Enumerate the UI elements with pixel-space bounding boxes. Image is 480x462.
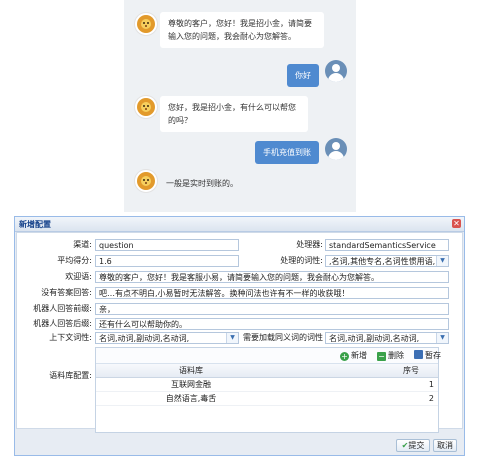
corpus-name-cell: 互联网金融 xyxy=(171,380,211,389)
grid-toolbar: + 新增 − 删除 暂存 xyxy=(96,348,441,364)
context-pos-label: 上下文词性: xyxy=(49,333,92,342)
floppy-disk-icon xyxy=(414,350,423,359)
corpus-seq-cell: 2 xyxy=(428,394,434,403)
pos-tags-select[interactable]: ,名词,其他专名,名词性惯用语, ▼ xyxy=(325,255,449,267)
bot-message: 一般是实时到账的。 xyxy=(166,179,238,188)
chevron-down-icon[interactable]: ▼ xyxy=(436,256,448,266)
bot-message: 尊敬的客户，您好！我是招小金，请简要输入您的问题，我会耐心为您解答。 xyxy=(160,12,324,48)
delete-label: 删除 xyxy=(388,351,404,360)
synonym-pos-select[interactable]: 名词,动词,副动词,名动词, ▼ xyxy=(325,332,449,344)
bot-avatar-icon xyxy=(134,95,158,119)
add-label: 新增 xyxy=(351,351,367,360)
save-draft-label: 暂存 xyxy=(425,351,441,360)
robot-prefix-label: 机器人回答前缀: xyxy=(33,304,92,313)
pos-tags-value: ,名词,其他专名,名词性惯用语, xyxy=(329,257,436,266)
robot-suffix-label: 机器人回答后缀: xyxy=(33,319,92,328)
corpus-grid: + 新增 − 删除 暂存 语料库 序号 互联网金融 1 自然语言,毒舌 2 xyxy=(95,347,441,433)
cancel-label: 取消 xyxy=(437,441,453,450)
no-answer-input[interactable]: 吧…有点不明白,小易暂时无法解答。换种问法也许有不一样的收获哦！ xyxy=(95,287,449,299)
grid-header: 语料库 序号 xyxy=(96,364,438,378)
robot-suffix-input[interactable]: 还有什么可以帮助你的。 xyxy=(95,318,449,330)
submit-button[interactable]: ✔提交 xyxy=(396,439,430,452)
corpus-name-cell: 自然语言,毒舌 xyxy=(165,394,217,403)
corpus-seq-cell: 1 xyxy=(428,380,434,389)
column-header-seq[interactable]: 序号 xyxy=(386,364,436,377)
welcome-input[interactable]: 尊敬的客户，您好！我是客服小易，请简要输入您的问题，我会耐心为您解答。 xyxy=(95,271,449,283)
pos-tags-label: 处理的词性: xyxy=(280,256,323,265)
synonym-pos-value: 名词,动词,副动词,名动词, xyxy=(329,334,420,343)
context-pos-select[interactable]: 名词,动词,副动词,名动词, ▼ xyxy=(95,332,239,344)
chat-preview: 尊敬的客户，您好！我是招小金，请简要输入您的问题，我会耐心为您解答。 你好 您好… xyxy=(124,0,356,212)
table-row[interactable]: 自然语言,毒舌 2 xyxy=(96,392,438,406)
chevron-down-icon[interactable]: ▼ xyxy=(436,333,448,343)
welcome-label: 欢迎语: xyxy=(65,272,92,281)
no-answer-label: 没有答案回答: xyxy=(41,288,92,297)
bot-avatar-icon xyxy=(134,169,158,193)
column-header-corpus[interactable]: 语料库 xyxy=(96,364,286,377)
user-message: 手机充值到账 xyxy=(255,141,319,164)
delete-icon: − xyxy=(377,352,386,361)
bot-message: 您好，我是招小金，有什么可以帮您的吗？ xyxy=(160,96,308,132)
avg-score-input[interactable]: 1.6 xyxy=(95,255,239,267)
channel-input[interactable]: question xyxy=(95,239,239,251)
dialog-header: 新增配置 ✕ xyxy=(15,217,464,232)
add-button[interactable]: + 新增 xyxy=(340,350,367,361)
add-icon: + xyxy=(340,352,349,361)
context-pos-value: 名词,动词,副动词,名动词, xyxy=(99,334,190,343)
delete-button[interactable]: − 删除 xyxy=(377,350,404,361)
user-avatar-icon xyxy=(325,60,347,82)
corpus-label: 语料库配置: xyxy=(49,371,92,380)
bot-avatar-icon xyxy=(134,12,158,36)
channel-label: 渠道: xyxy=(73,240,92,249)
cancel-button[interactable]: 取消 xyxy=(433,439,457,452)
save-draft-button[interactable]: 暂存 xyxy=(414,350,441,361)
processor-input[interactable]: standardSemanticsService xyxy=(325,239,449,251)
processor-label: 处理器: xyxy=(296,240,323,249)
user-avatar-icon xyxy=(325,138,347,160)
avg-score-label: 平均得分: xyxy=(57,256,92,265)
dialog-title: 新增配置 xyxy=(19,220,51,229)
table-row[interactable]: 互联网金融 1 xyxy=(96,378,438,392)
submit-label: 提交 xyxy=(408,441,425,450)
synonym-pos-label: 需要加载同义词的词性 xyxy=(243,333,323,342)
user-message: 你好 xyxy=(287,64,319,87)
close-icon[interactable]: ✕ xyxy=(452,219,461,228)
robot-prefix-input[interactable]: 亲， xyxy=(95,303,449,315)
